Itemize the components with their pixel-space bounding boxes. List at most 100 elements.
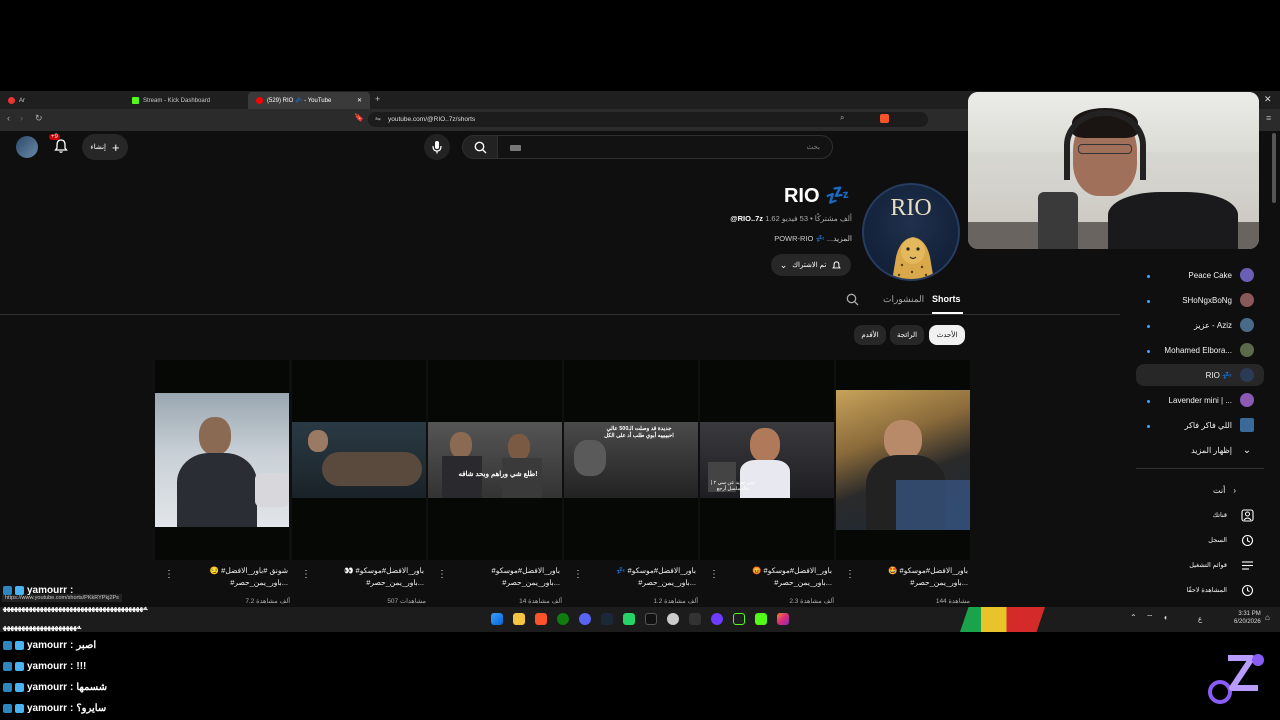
chat-message-text: ﻪﻬﻬﻬﻬﻬﻬﻬﻬﻬﻬﻬﻬﻬﻬﻬﻬﻬﻬﻬﻬ [3, 622, 82, 631]
short-views: 7.2 ألف مشاهدة [245, 598, 290, 605]
short-title[interactable]: 💤 #باور_الافضل#موسكو #باور_يمن_حصر... [568, 565, 696, 589]
user-icon [1241, 508, 1254, 522]
short-title[interactable]: 😏 #شونق #باور_الافضل #باور_يمن_حصر... [160, 565, 288, 589]
sidebar-item-mohamed-elbora[interactable]: Mohamed Elbora... [1136, 339, 1264, 361]
avatar [1240, 318, 1254, 332]
search-input[interactable]: بحث [497, 135, 833, 159]
steam-icon[interactable] [601, 613, 613, 625]
bookmark-icon[interactable]: 🔖 [354, 113, 364, 122]
notification-badge: +9 [49, 134, 60, 140]
tab-divider [0, 314, 1120, 315]
twitch-icon[interactable] [711, 613, 723, 625]
short-views: 507 مشاهدات [387, 598, 426, 605]
bell-icon [832, 260, 842, 268]
avatar [1240, 368, 1254, 382]
chat-message: yamourr: [3, 585, 76, 596]
channel-handle: @RIO..7z [730, 214, 764, 223]
sidebar-item-your-channel[interactable]: قناتك [1136, 504, 1264, 526]
sidebar-item-watch-later[interactable]: المشاهدة لاحقًا [1136, 579, 1264, 601]
kick-app-icon[interactable] [733, 613, 745, 625]
short-card[interactable] [155, 360, 289, 560]
microphone [1038, 192, 1078, 249]
tray-chevron-icon[interactable]: ⌃ [1130, 613, 1137, 622]
obs-icon[interactable] [689, 613, 701, 625]
volume-icon[interactable]: ◖ [1163, 613, 1168, 622]
show-more-button[interactable]: إظهار المزيد ⌄ [1136, 439, 1264, 461]
you-section-title[interactable]: أنت › [1136, 479, 1264, 501]
short-title[interactable]: 👀 #باور_الافضل#موسكو #باور_يمن_حصر... [296, 565, 424, 589]
chip-oldest[interactable]: الأقدم [854, 325, 886, 345]
zoom-icon[interactable]: ⌕ [840, 113, 844, 123]
tab-youtube[interactable]: (529) RIO 💤 - YouTube ✕ [248, 92, 370, 109]
keyboard-icon[interactable] [510, 145, 521, 151]
sidebar-item-peace-cake[interactable]: Peace Cake [1136, 264, 1264, 286]
sidebar-item-lavender-mini[interactable]: Lavender mini | ... [1136, 389, 1264, 411]
short-title[interactable]: #باور_الافضل#موسكو #باور_يمن_حصر... [432, 565, 560, 589]
voice-search-button[interactable] [424, 134, 450, 160]
new-tab-button[interactable]: + [375, 94, 380, 104]
short-card[interactable]: طلع شي وراهم وبحد شافه! [428, 360, 562, 560]
short-card[interactable]: جديدة قد وصلت الـ500 عالي احبيبيبه أبوي … [564, 360, 698, 560]
discord-icon[interactable] [579, 613, 591, 625]
windows-start-icon[interactable] [491, 613, 503, 625]
instagram-icon[interactable] [777, 613, 789, 625]
short-card[interactable] [292, 360, 426, 560]
history-icon [1241, 534, 1254, 546]
stream-logo-icon [1208, 654, 1264, 704]
sidebar-item-playlists[interactable]: قوائم التشغيل [1136, 554, 1264, 576]
tab-shorts[interactable]: Shorts [932, 294, 961, 304]
window-close-icon[interactable]: ✕ [1264, 94, 1272, 105]
avatar [1240, 268, 1254, 282]
chip-latest[interactable]: الأحدث [929, 325, 965, 345]
back-icon[interactable]: ‹ [7, 113, 10, 123]
short-title[interactable]: 😡 #باور_الافضل#موسكو #باور_يمن_حصر... [704, 565, 832, 589]
create-button[interactable]: إنشاء + [82, 134, 128, 160]
brave-browser-icon[interactable] [535, 613, 547, 625]
wifi-icon[interactable]: ⌔ [1146, 613, 1154, 623]
file-explorer-icon[interactable] [513, 613, 525, 625]
plus-icon: + [111, 139, 120, 155]
short-thumbnail [836, 390, 970, 530]
channel-search-icon[interactable] [846, 293, 859, 306]
forward-icon[interactable]: › [20, 113, 23, 123]
tiktok-icon[interactable] [645, 613, 657, 625]
tab-posts[interactable]: المنشورات [883, 294, 924, 305]
close-tab-icon[interactable]: ✕ [357, 97, 362, 104]
sidebar-item-shongxbong[interactable]: SHoNgxBoNg [1136, 289, 1264, 311]
short-title[interactable]: 🤩 #باور_الافضل#موسكو #باور_يمن_حصر... [840, 565, 968, 589]
menu-icon[interactable]: ≡ [1266, 113, 1271, 123]
sidebar-item-faker[interactable]: اللي فاكر فاكر [1136, 414, 1264, 436]
short-thumbnail: طلع شي وراهم وبحد شافه! [428, 422, 562, 498]
tab-kick-dashboard[interactable]: Stream - Kick Dashboard [124, 92, 248, 109]
whatsapp-icon[interactable] [623, 613, 635, 625]
sidebar-item-aziz[interactable]: عزيز - Aziz [1136, 314, 1264, 336]
clock[interactable]: 3:31 PM 6/20/2026 [1234, 610, 1261, 626]
short-views: 2.3 ألف مشاهدة [789, 598, 834, 605]
notifications-button[interactable]: +9 [49, 134, 70, 155]
reload-icon[interactable]: ↻ [35, 113, 43, 124]
page-scrollbar[interactable] [1272, 133, 1276, 203]
xbox-icon[interactable] [557, 613, 569, 625]
streaming-icon[interactable] [755, 613, 767, 625]
channel-description[interactable]: POWR-RIO 💤 ...المزيد [700, 234, 852, 243]
notification-center-icon[interactable]: ⌂ [1265, 613, 1270, 622]
youtube-icon [256, 97, 263, 104]
sidebar-item-history[interactable]: السجل [1136, 529, 1264, 551]
chat-message: yamourr: شسمها [3, 682, 107, 693]
webcam-overlay [968, 92, 1259, 249]
subscribed-button[interactable]: ⌄ تم الاشتراك [771, 254, 851, 276]
chip-popular[interactable]: الرائجة [890, 325, 924, 345]
profile-avatar[interactable] [16, 136, 38, 158]
short-card[interactable] [836, 360, 970, 560]
sidebar-item-rio[interactable]: RIO 💤 [1136, 364, 1264, 386]
epic-games-icon[interactable] [667, 613, 679, 625]
short-card[interactable]: شي جديد عن سي ٢ | عالتسلسل أرجع [700, 360, 834, 560]
channel-avatar[interactable]: RIO [862, 183, 960, 281]
search-button[interactable] [462, 135, 498, 159]
language-indicator[interactable]: ع [1198, 615, 1202, 623]
playlist-icon [1242, 560, 1253, 570]
tab-ar[interactable]: Ar [0, 92, 124, 109]
chevron-down-icon: ⌄ [779, 259, 788, 270]
brave-shield-icon[interactable] [880, 114, 889, 123]
short-thumbnail [292, 422, 426, 498]
